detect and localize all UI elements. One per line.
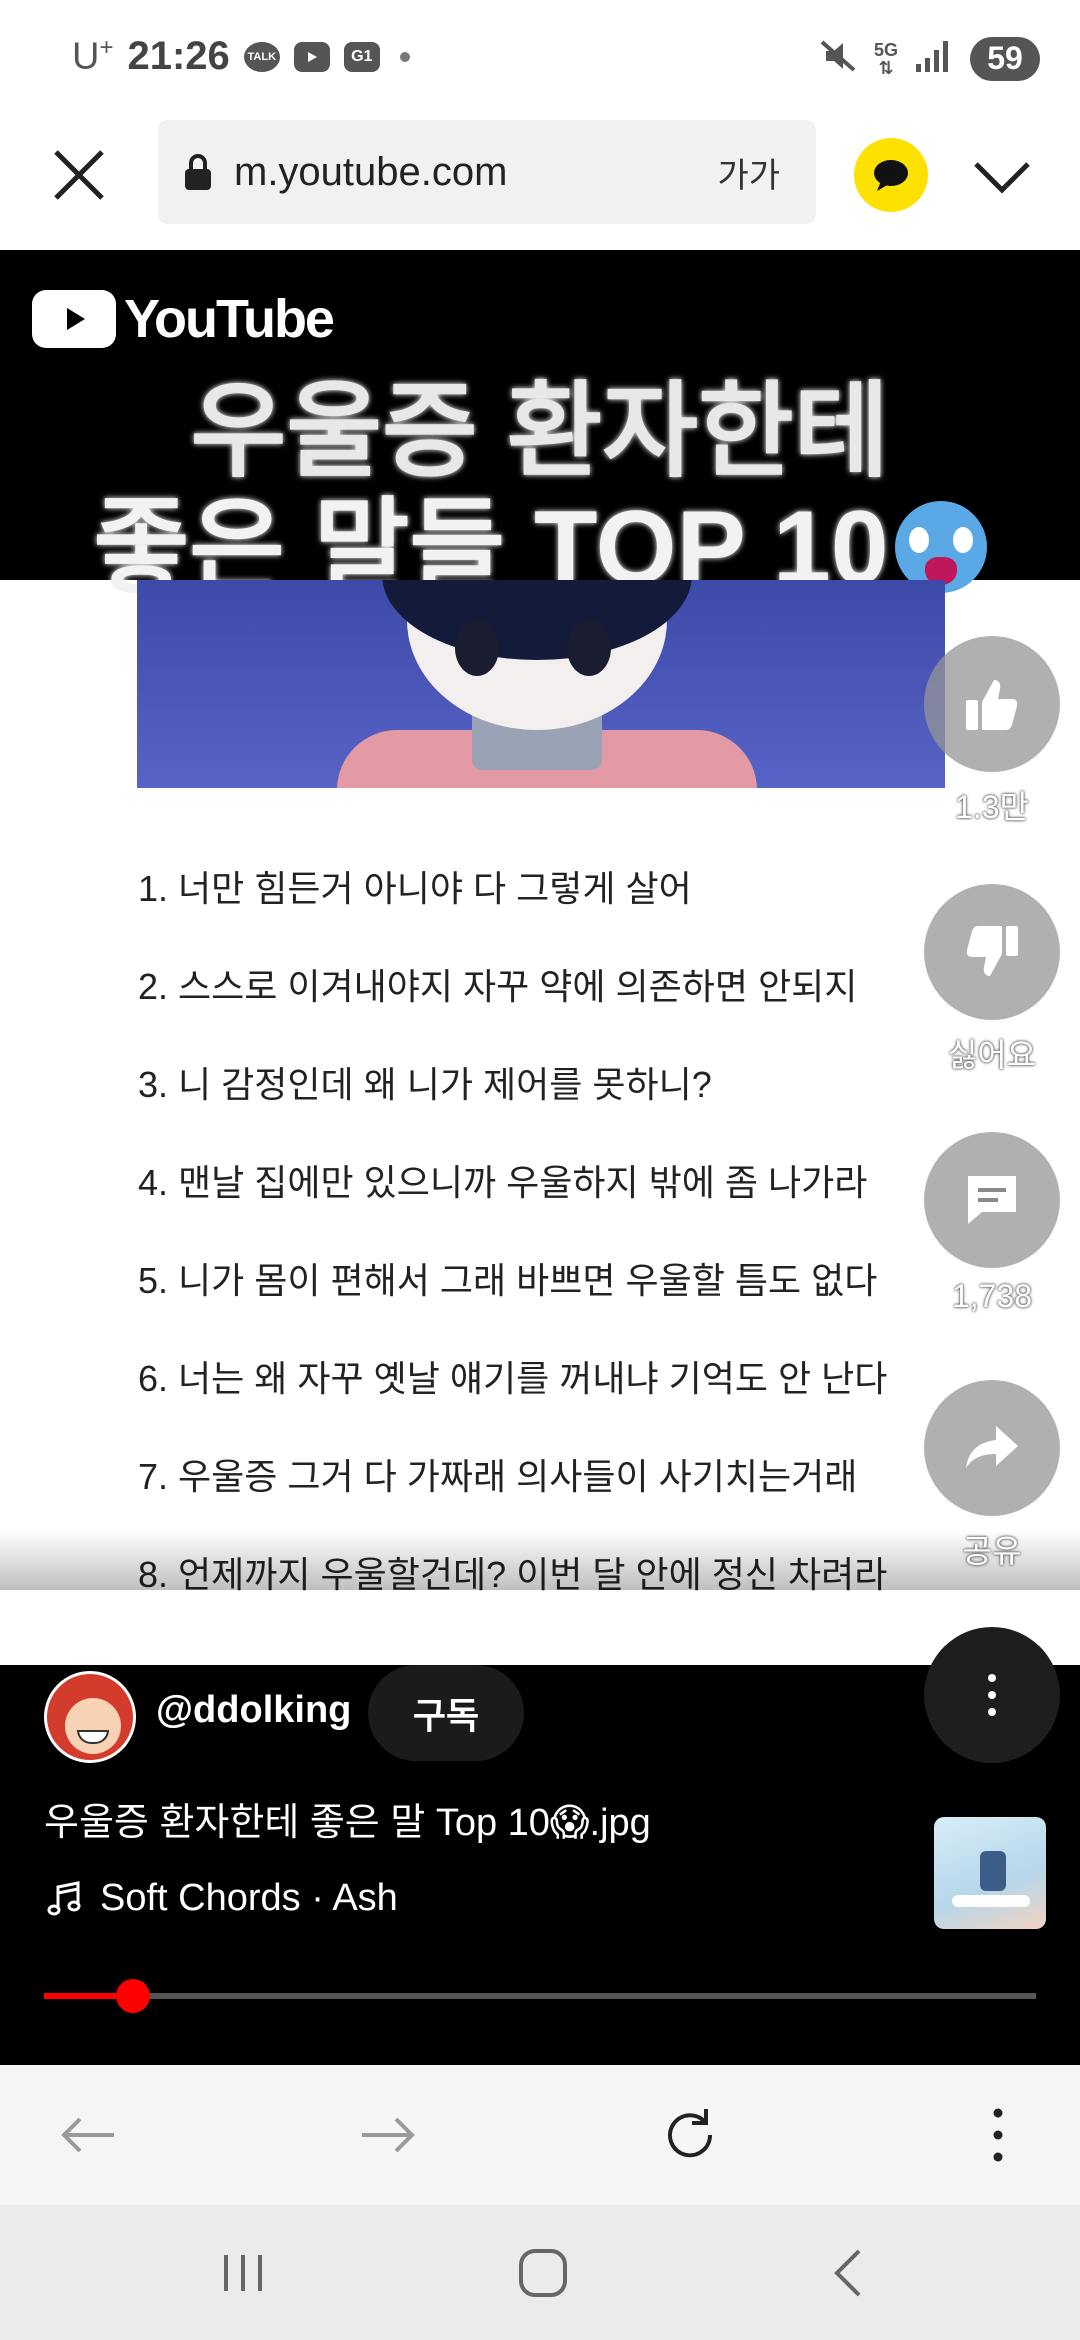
status-bar: U+ 21:26 TALK G1 5G ⇅ 59 (0, 0, 1080, 120)
list-item: 1. 너만 힘든거 아니야 다 그렇게 살어 (138, 868, 692, 909)
dislike-button[interactable] (924, 884, 1060, 1020)
chevron-left-icon (834, 2249, 861, 2297)
recents-icon (224, 2255, 262, 2291)
address-bar[interactable]: m.youtube.com 가가 (158, 120, 816, 224)
home-button[interactable] (508, 2241, 578, 2305)
share-button[interactable] (924, 1380, 1060, 1516)
channel-handle[interactable]: @ddolking (156, 1689, 351, 1732)
short-info-panel: @ddolking 구독 우울증 환자한테 좋은 말 Top 10😱.jpg S… (0, 1627, 1080, 2065)
home-icon (519, 2249, 567, 2297)
battery-badge: 59 (970, 36, 1040, 81)
share-action: 공유 (924, 1380, 1060, 1572)
carrier-sup: + (99, 34, 114, 62)
thumbnail-ground (952, 1895, 1030, 1907)
character-right-eye (567, 620, 611, 676)
progress-bar[interactable] (44, 1979, 1036, 2013)
network-type: 5G ⇅ (874, 41, 898, 77)
system-back-button[interactable] (814, 2241, 884, 2305)
comment-button[interactable] (924, 1132, 1060, 1268)
mute-icon (818, 36, 858, 81)
more-action (924, 1627, 1060, 1763)
app-notification-icon: G1 (343, 41, 380, 72)
music-info[interactable]: Soft Chords · Ash (44, 1877, 398, 1920)
music-note-icon (47, 1880, 81, 1915)
forward-button[interactable] (352, 2099, 424, 2171)
like-button[interactable] (924, 636, 1060, 772)
more-vertical-icon (988, 1674, 996, 1716)
list-item: 7. 우울증 그거 다 가짜래 의사들이 사기치는거래 (138, 1456, 858, 1497)
list-item: 2. 스스로 이겨내야지 자꾸 약에 의존하면 안되지 (138, 966, 858, 1007)
subscribe-button[interactable]: 구독 (368, 1665, 524, 1761)
kakaotalk-notification-icon: TALK (243, 41, 280, 72)
list-item: 5. 니가 몸이 편해서 그래 바쁘면 우울할 틈도 없다 (138, 1260, 878, 1301)
thumbs-up-icon (966, 680, 1018, 730)
more-vertical-icon (993, 2108, 1003, 2162)
comment-icon (968, 1176, 1016, 1224)
like-action: 1.3만 (924, 636, 1060, 828)
text-size-button[interactable]: 가가 (717, 148, 780, 197)
youtube-logo: YouTube (32, 288, 335, 350)
more-notifications-dot (399, 51, 410, 62)
expand-menu-button[interactable] (970, 148, 1034, 204)
list-item: 4. 맨날 집에만 있으니까 우울하지 밖에 좀 나가라 (138, 1162, 868, 1203)
list-item: 3. 니 감정인데 왜 니가 제어를 못하니? (138, 1064, 712, 1105)
data-arrows-icon: ⇅ (878, 57, 894, 78)
character-left-eye (455, 620, 499, 676)
music-label: Soft Chords · Ash (100, 1877, 398, 1919)
signal-icon (914, 38, 954, 79)
thumbnail-figure (980, 1851, 1006, 1891)
carrier-text: U (72, 35, 100, 78)
video-title-banner: YouTube 우울증 환자한테 좋은 말들 TOP 10 (0, 250, 1080, 606)
close-button[interactable] (48, 144, 110, 206)
browser-bottom-toolbar (0, 2065, 1080, 2205)
network-label: 5G (873, 39, 898, 60)
reload-button[interactable] (654, 2099, 726, 2171)
lock-icon (185, 154, 211, 190)
channel-avatar[interactable] (44, 1671, 136, 1763)
clock: 21:26 (127, 34, 230, 78)
more-options-button[interactable] (924, 1627, 1060, 1763)
bottom-fade (0, 1530, 1080, 1590)
browser-top-bar: m.youtube.com 가가 (0, 120, 1080, 250)
youtube-notification-icon (293, 41, 330, 72)
sound-thumbnail[interactable] (934, 1817, 1046, 1929)
youtube-play-icon (32, 290, 116, 348)
youtube-wordmark: YouTube (124, 289, 335, 349)
status-right: 5G ⇅ 59 (818, 36, 1040, 81)
chat-bubble-icon (874, 160, 908, 191)
short-title[interactable]: 우울증 환자한테 좋은 말 Top 10😱.jpg (44, 1791, 651, 1846)
arrow-right-icon (362, 2117, 415, 2153)
share-label: 공유 (962, 1533, 1022, 1569)
carrier: U+ (72, 34, 113, 79)
close-icon (54, 150, 104, 200)
comment-count: 1,738 (951, 1278, 1033, 1314)
dislike-action: 싫어요 (924, 884, 1060, 1076)
kakaotalk-share-button[interactable] (854, 138, 928, 212)
back-button[interactable] (52, 2099, 124, 2171)
browser-menu-button[interactable] (962, 2099, 1034, 2171)
chevron-down-icon (974, 162, 1030, 194)
avatar-face (65, 1698, 121, 1754)
progress-scrubber[interactable] (116, 1979, 151, 2013)
arrow-left-icon (61, 2117, 114, 2153)
share-arrow-icon (966, 1426, 1018, 1468)
character-illustration (137, 580, 945, 788)
dislike-label: 싫어요 (947, 1037, 1037, 1073)
recents-button[interactable] (208, 2241, 278, 2305)
like-count: 1.3만 (955, 789, 1029, 825)
status-left: U+ 21:26 TALK G1 (72, 34, 410, 79)
system-nav-bar (0, 2205, 1080, 2340)
comment-action: 1,738 (924, 1132, 1060, 1315)
list-item: 6. 너는 왜 자꾸 옛날 얘기를 꺼내냐 기억도 안 난다 (138, 1358, 888, 1399)
reload-icon (668, 2109, 713, 2158)
url-text: m.youtube.com (234, 149, 508, 194)
thumbs-down-icon (966, 926, 1018, 976)
